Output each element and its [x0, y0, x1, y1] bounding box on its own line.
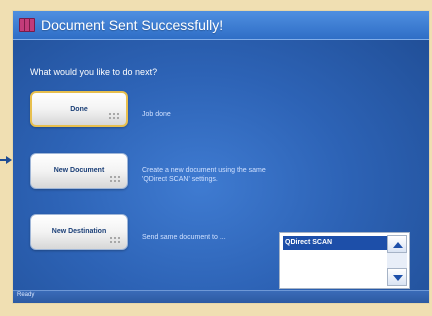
new-document-description: Create a new document using the same 'QD… — [142, 166, 266, 184]
result-dialog: Document Sent Successfully! What would y… — [12, 10, 430, 304]
dots-grip-icon — [108, 112, 120, 120]
scroll-up-button[interactable] — [387, 235, 407, 253]
new-destination-description: Send same document to ... — [142, 234, 226, 241]
listbox-scrollbar[interactable] — [387, 235, 407, 286]
dots-grip-icon — [109, 175, 121, 183]
status-text: Ready — [17, 292, 35, 298]
screenshot-frame: Document Sent Successfully! What would y… — [0, 0, 432, 316]
new-document-button-label: New Document — [53, 167, 105, 174]
new-document-description-line1: Create a new document using the same — [142, 167, 266, 174]
destination-list-item[interactable]: QDirect SCAN — [283, 236, 388, 250]
destination-listbox[interactable]: QDirect SCAN — [279, 232, 410, 289]
done-button[interactable]: Done — [30, 91, 128, 127]
status-bar: Ready — [13, 290, 429, 303]
dots-grip-icon — [109, 236, 121, 244]
triangle-up-icon — [393, 242, 403, 248]
new-document-button[interactable]: New Document — [30, 153, 128, 189]
window-title: Document Sent Successfully! — [41, 17, 224, 33]
books-app-icon — [19, 18, 35, 32]
arrow-right-icon — [0, 154, 12, 166]
new-document-description-line2: 'QDirect SCAN' settings. — [142, 176, 218, 183]
scroll-down-button[interactable] — [387, 268, 407, 286]
triangle-down-icon — [393, 275, 403, 281]
title-bar: Document Sent Successfully! — [13, 11, 429, 40]
next-step-prompt: What would you like to do next? — [30, 67, 158, 77]
new-destination-button[interactable]: New Destination — [30, 214, 128, 250]
done-description: Job done — [142, 111, 171, 118]
new-destination-button-label: New Destination — [51, 228, 107, 235]
